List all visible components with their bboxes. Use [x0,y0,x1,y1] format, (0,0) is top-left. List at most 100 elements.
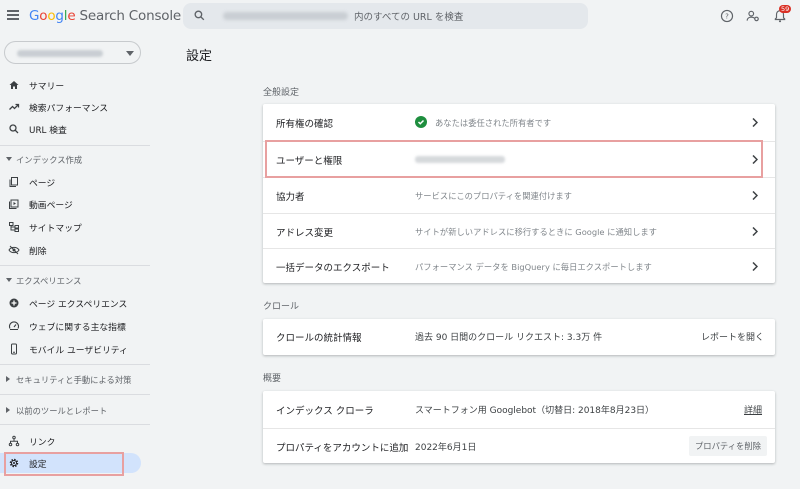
row-value: あなたは委任された所有者です [435,118,552,128]
sidebar-item-label: 検索パフォーマンス [29,104,108,114]
sidebar-item-label: URL 検査 [29,126,67,136]
sidebar-item-performance[interactable]: 検索パフォーマンス [0,97,141,117]
row-associations[interactable]: 協力者 サービスにこのプロパティを関連付けます [263,177,775,213]
search-placeholder: 内のすべての URL を検査 [354,12,464,23]
notification-count-badge: 59 [779,5,792,13]
gauge-icon [8,321,20,330]
sidebar-item-mobile-usability[interactable]: モバイル ユーザビリティ [0,339,141,359]
crawl-card: クロールの統計情報 過去 90 日間のクロール リクエスト: 3.3万 件 レポ… [263,319,775,355]
sidebar-item-url-inspection[interactable]: URL 検査 [0,119,141,139]
sidebar-item-label: リンク [29,438,56,448]
help-icon[interactable]: ? [720,9,734,23]
row-bulk-data-export[interactable]: 一括データのエクスポート パフォーマンス データを BigQuery に毎日エク… [263,248,775,283]
sidebar-divider [0,424,150,425]
sidebar-divider [0,394,150,395]
chevron-down-icon [126,51,134,56]
trending-up-icon [9,103,20,110]
sidebar-section-label: 以前のツールとレポート [16,406,108,416]
manage-users-icon[interactable] [746,9,760,23]
sidebar-item-label: サイトマップ [29,224,82,234]
row-key: 一括データのエクスポート [276,263,390,274]
sidebar-divider [0,265,150,266]
sidebar-item-page-experience[interactable]: ページ エクスペリエンス [0,293,141,313]
annotation-highlight-settings [4,452,124,476]
sidebar-section-security[interactable]: セキュリティと手動による対策 [0,371,150,389]
row-key: インデックス クローラ [276,406,374,417]
sidebar-item-label: モバイル ユーザビリティ [29,346,128,356]
url-inspect-search-bar[interactable]: 内のすべての URL を検査 [183,3,588,29]
page-title: 設定 [186,49,213,64]
row-value: サービスにこのプロパティを関連付けます [415,191,572,201]
caret-down-icon [6,157,12,161]
row-value: スマートフォン用 Googlebot（切替日: 2018年8月23日） [415,406,655,416]
check-circle-icon [415,116,427,128]
sidebar-section-label: セキュリティと手動による対策 [16,375,132,385]
sidebar-section-indexing[interactable]: インデックス作成 [0,151,150,169]
sidebar-section-legacy-tools[interactable]: 以前のツールとレポート [0,402,150,420]
sidebar-item-label: ウェブに関する主な指標 [29,323,126,333]
annotation-highlight-users-permissions [265,140,763,178]
section-title-general: 全般設定 [263,88,300,98]
sitemap-icon [9,222,19,232]
sidebar-item-label: ページ [29,179,56,189]
row-ownership-verification[interactable]: 所有権の確認 あなたは委任された所有者です [263,104,775,141]
sidebar-item-removals[interactable]: 削除 [0,240,141,260]
search-icon [194,10,205,21]
sidebar-divider [0,145,150,146]
section-title-crawl: クロール [263,302,300,312]
plus-circle-icon [9,298,19,308]
row-crawl-stats[interactable]: クロールの統計情報 過去 90 日間のクロール リクエスト: 3.3万 件 レポ… [263,319,775,355]
row-key: 所有権の確認 [276,119,334,130]
home-icon [9,81,19,89]
row-value: 過去 90 日間のクロール リクエスト: 3.3万 件 [415,333,603,343]
sidebar-section-label: エクスペリエンス [16,276,82,286]
learn-more-link[interactable]: 詳細 [744,403,762,416]
video-page-icon [9,199,19,209]
menu-icon[interactable] [7,10,19,20]
logo-product-text: Search Console [79,8,182,24]
caret-right-icon [6,407,10,413]
search-icon [9,124,19,134]
links-icon [8,435,20,447]
sidebar-item-core-web-vitals[interactable]: ウェブに関する主な指標 [0,316,141,336]
chevron-right-icon [752,227,758,236]
row-key: 協力者 [276,192,305,203]
row-property-added: プロパティをアカウントに追加 2022年6月1日 プロパティを削除 [263,428,775,463]
chevron-right-icon [752,118,758,127]
sidebar-item-label: 動画ページ [29,201,73,211]
chevron-right-icon [752,191,758,200]
section-title-about: 概要 [263,374,282,384]
row-value: パフォーマンス データを BigQuery に毎日エクスポートします [415,262,652,272]
app-logo[interactable]: Google Search Console [29,8,181,24]
pages-icon [9,177,18,187]
sidebar-section-experience[interactable]: エクスペリエンス [0,272,150,290]
remove-property-button[interactable]: プロパティを削除 [689,436,767,456]
property-name-blurred [17,50,103,57]
search-property-url-blurred [223,12,348,20]
sidebar-item-summary[interactable]: サマリー [0,75,141,95]
sidebar-section-label: インデックス作成 [16,155,83,165]
sidebar-item-pages[interactable]: ページ [0,172,141,192]
caret-right-icon [6,376,10,382]
row-key: アドレス変更 [276,228,334,239]
general-settings-card: 所有権の確認 あなたは委任された所有者です ユーザーと権限 協力者 サービスにこ… [263,104,775,283]
sidebar-item-video-pages[interactable]: 動画ページ [0,194,141,214]
property-selector[interactable] [4,41,141,64]
row-key: クロールの統計情報 [276,333,362,344]
row-key: プロパティをアカウントに追加 [276,443,409,454]
row-change-of-address[interactable]: アドレス変更 サイトが新しいアドレスに移行するときに Google に通知します [263,213,775,248]
about-card: インデックス クローラ スマートフォン用 Googlebot（切替日: 2018… [263,391,775,463]
phone-icon [11,343,17,355]
sidebar-divider [0,364,150,365]
sidebar-item-label: 削除 [29,247,47,257]
row-value: サイトが新しいアドレスに移行するときに Google に通知します [415,227,657,237]
removal-icon [8,245,20,255]
sidebar-item-sitemaps[interactable]: サイトマップ [0,217,141,237]
open-report-button[interactable]: レポートを開く [701,330,764,343]
row-indexing-crawler: インデックス クローラ スマートフォン用 Googlebot（切替日: 2018… [263,391,775,428]
row-value: 2022年6月1日 [415,443,477,453]
sidebar-item-links[interactable]: リンク [0,431,141,451]
sidebar-item-label: ページ エクスペリエンス [29,300,128,310]
svg-text:?: ? [725,13,729,21]
logo-google-text: Google [29,8,76,24]
